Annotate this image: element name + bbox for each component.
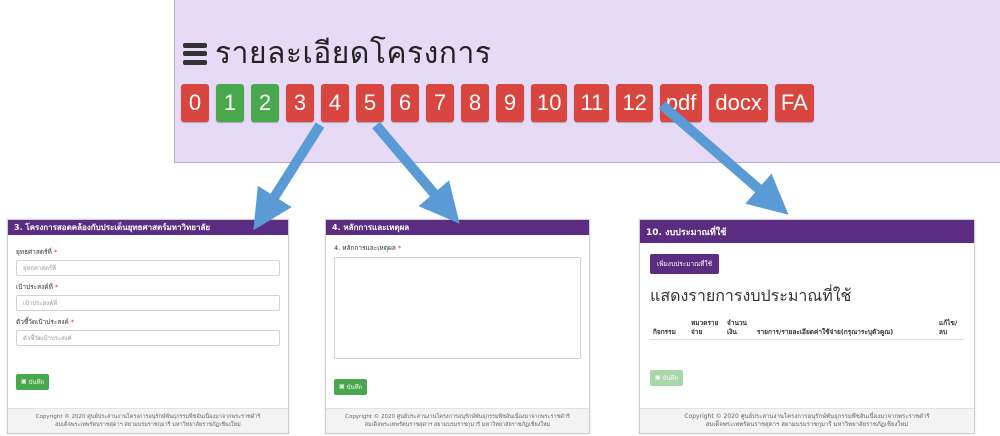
section-button-pdf[interactable]: pdf <box>659 84 703 122</box>
section-button-6[interactable]: 6 <box>391 84 419 122</box>
card-body: ยุทธศาสตร์ที่ * ยุทธศาสตร์ที่ เป้าประสงค… <box>8 235 288 396</box>
save-button[interactable]: ▣ บันทึก <box>16 373 50 390</box>
indicator-input[interactable]: ตัวชี้วัดเป้าประสงค์ <box>16 330 280 346</box>
section-button-0[interactable]: 0 <box>181 84 209 122</box>
save-button[interactable]: ▣ บันทึก <box>334 378 368 395</box>
floppy-icon: ▣ <box>21 378 27 385</box>
section-button-row: 0 1 2 3 4 5 6 7 8 9 10 11 12 pdf docx FA <box>181 84 814 122</box>
banner-title: รายละเอียดโครงการ <box>183 30 491 77</box>
card-rationale: 4. หลักการและเหตุผล 4. หลักการและเหตุผล … <box>325 219 590 434</box>
section-button-10[interactable]: 10 <box>531 84 568 122</box>
field-label: 4. หลักการและเหตุผล * <box>334 244 402 252</box>
footer: Copyright © 2020 ศูนย์ประสานงานโครงการอน… <box>326 408 589 433</box>
section-button-7[interactable]: 7 <box>426 84 454 122</box>
column-header: จำนวนเงิน <box>724 317 754 340</box>
section-button-3[interactable]: 3 <box>286 84 314 122</box>
section-button-4[interactable]: 4 <box>321 84 349 122</box>
page-title: รายละเอียดโครงการ <box>215 36 492 71</box>
section-button-5[interactable]: 5 <box>356 84 384 122</box>
list-icon <box>183 42 207 65</box>
section-button-docx[interactable]: docx <box>709 84 768 122</box>
floppy-icon: ▣ <box>339 383 345 390</box>
floppy-icon: ▣ <box>655 374 661 381</box>
strategy-input[interactable]: ยุทธศาสตร์ที่ <box>16 260 280 276</box>
section-button-2[interactable]: 2 <box>251 84 279 122</box>
field-label: ตัวชี้วัดเป้าประสงค์ * <box>16 318 75 326</box>
save-button[interactable]: ▣ บันทึก <box>650 369 684 386</box>
section-button-8[interactable]: 8 <box>461 84 489 122</box>
column-header: กิจกรรม <box>650 317 688 340</box>
add-budget-button[interactable]: เพิ่มงบประมาณที่ใช้ <box>650 254 720 274</box>
table-header-row: กิจกรรม หมวดรายจ่าย จำนวนเงิน รายการ/ราย… <box>650 317 964 340</box>
field-label: ยุทธศาสตร์ที่ * <box>16 248 58 256</box>
section-button-11[interactable]: 11 <box>574 84 610 122</box>
column-header: แก้ไข/ลบ <box>936 317 964 340</box>
field-label: เป้าประสงค์ที่ * <box>16 283 59 291</box>
card-header: 4. หลักการและเหตุผล <box>326 220 589 235</box>
card-header: 10. งบประมาณที่ใช้ <box>640 220 974 243</box>
budget-table: กิจกรรม หมวดรายจ่าย จำนวนเงิน รายการ/ราย… <box>650 317 964 340</box>
section-button-9[interactable]: 9 <box>496 84 524 122</box>
rationale-textarea[interactable] <box>334 257 581 359</box>
card-budget: 10. งบประมาณที่ใช้ เพิ่มงบประมาณที่ใช้ แ… <box>639 219 975 434</box>
project-details-banner: รายละเอียดโครงการ 0 1 2 3 4 5 6 7 8 9 10 11 12 pdf doc… <box>174 0 1000 163</box>
section-button-12[interactable]: 12 <box>616 84 653 122</box>
column-header: หมวดรายจ่าย <box>688 317 724 340</box>
section-button-1[interactable]: 1 <box>216 84 244 122</box>
section-button-fa[interactable]: FA <box>774 84 814 122</box>
card-body: 4. หลักการและเหตุผล * ▣ บันทึก <box>326 235 589 401</box>
goal-input[interactable]: เป้าประสงค์ที่ <box>16 295 280 311</box>
card-header: 3. โครงการสอดคล้องกับประเด็นยุทธศาสตร์มห… <box>8 220 288 235</box>
footer: Copyright © 2020 ศูนย์ประสานงานโครงการอน… <box>8 408 288 433</box>
card-body: เพิ่มงบประมาณที่ใช้ แสดงรายการงบประมาณที… <box>640 243 974 394</box>
budget-list-title: แสดงรายการงบประมาณที่ใช้ <box>650 286 852 305</box>
footer: Copyright © 2020 ศูนย์ประสานงานโครงการอน… <box>640 408 974 433</box>
card-strategy: 3. โครงการสอดคล้องกับประเด็นยุทธศาสตร์มห… <box>7 219 289 434</box>
column-header: รายการ/รายละเอียดค่าใช้จ่าย(กรุณาระบุตัว… <box>754 317 936 340</box>
screenshot-stage: รายละเอียดโครงการ 0 1 2 3 4 5 6 7 8 9 10 11 12 pdf doc… <box>0 0 1000 436</box>
